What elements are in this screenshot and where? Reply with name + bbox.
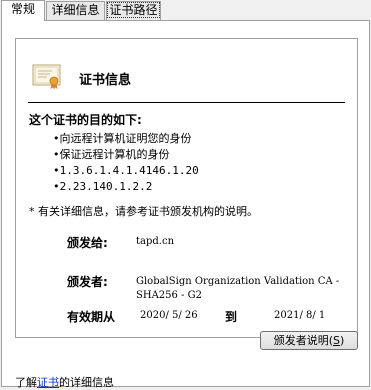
learn-more-prefix: 了解: [15, 376, 37, 389]
issuer-statement-accel: S: [333, 334, 340, 347]
details-note: * 有关详细信息，请参考证书颁发机构的说明。: [29, 205, 258, 218]
issued-by-value: GlobalSign Organization Validation CA - …: [136, 276, 340, 301]
valid-from-value: 2020/ 5/ 26: [140, 310, 198, 321]
tab-general[interactable]: 常规: [1, 0, 45, 21]
valid-from-label: 有效期从: [67, 310, 116, 324]
active-tab-joint: [2, 19, 44, 22]
certificate-info-title: 证书信息: [79, 73, 132, 88]
purpose-item: •1.3.6.1.4.1.4146.1.20: [53, 164, 199, 177]
issued-to-value: tapd.cn: [136, 236, 175, 247]
issued-to-label: 颁发给:: [67, 236, 108, 250]
title-separator: [28, 102, 345, 103]
purpose-heading: 这个证书的目的如下:: [29, 113, 142, 127]
valid-to-label: 到: [225, 310, 238, 324]
learn-more-link[interactable]: 证书: [37, 376, 59, 389]
tab-details[interactable]: 详细信息: [46, 1, 105, 20]
tab-certification-path[interactable]: 证书路径: [106, 1, 161, 20]
valid-to-value: 2021/ 8/ 1: [274, 310, 326, 321]
learn-more-suffix: 的详细信息: [59, 376, 114, 389]
purpose-item: •保证远程计算机的身份: [53, 148, 170, 161]
tab-certification-path-label: 证书路径: [107, 2, 160, 18]
issuer-statement-button[interactable]: 颁发者说明(S): [260, 331, 358, 350]
tab-general-label: 常规: [10, 2, 35, 16]
tab-details-label: 详细信息: [51, 3, 100, 17]
purpose-item: •向远程计算机证明您的身份: [53, 132, 192, 145]
certificate-icon: [32, 64, 61, 90]
issuer-statement-label: 颁发者说明: [273, 334, 329, 347]
general-tab-panel: 证书信息 这个证书的目的如下: •向远程计算机证明您的身份 •保证远程计算机的身…: [1, 20, 370, 389]
purpose-list: •向远程计算机证明您的身份 •保证远程计算机的身份 •1.3.6.1.4.1.4…: [53, 131, 199, 195]
purpose-item: •2.23.140.1.2.2: [53, 180, 153, 193]
certificate-info-box: 证书信息 这个证书的目的如下: •向远程计算机证明您的身份 •保证远程计算机的身…: [15, 38, 358, 338]
issued-by-label: 颁发者:: [67, 275, 108, 289]
